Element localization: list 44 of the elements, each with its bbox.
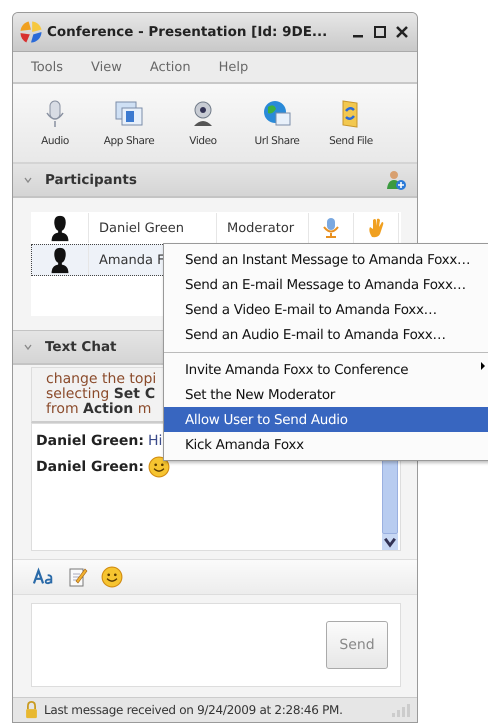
context-menu-item[interactable]: Send a Video E-mail to Amanda Foxx… — [164, 297, 488, 322]
smiley-icon — [148, 456, 170, 478]
menu-item[interactable]: Tools — [29, 58, 66, 76]
message-sender: Daniel Green: — [36, 433, 144, 449]
lock-icon — [25, 701, 38, 719]
microphone-icon — [321, 217, 341, 239]
maximize-icon[interactable] — [373, 25, 387, 39]
message-sender: Daniel Green: — [36, 459, 144, 475]
context-menu-item[interactable]: Set the New Moderator — [164, 382, 488, 407]
toolbar-button[interactable]: Video — [169, 90, 237, 156]
context-menu-item[interactable]: Send an Instant Message to Amanda Foxx… — [164, 247, 488, 272]
toolbar-button[interactable]: Url Share — [243, 90, 311, 156]
topic-text: from Action m — [46, 402, 152, 417]
status-text: Last message received on 9/24/2009 at 2:28:46 PM. — [44, 703, 344, 717]
section-title: Participants — [45, 172, 138, 188]
context-menu-item[interactable]: Invite Amanda Foxx to Conference — [164, 352, 488, 382]
context-menu-item[interactable]: Send an Audio E-mail to Amanda Foxx… — [164, 322, 488, 347]
section-title: Text Chat — [45, 339, 118, 355]
topic-text: change the topi — [46, 372, 156, 387]
window-title: Conference - Presentation [Id: 9DE... — [47, 24, 328, 40]
submenu-arrow-icon — [480, 361, 486, 371]
participant-name: Daniel Green — [99, 220, 184, 236]
menu-item[interactable]: Action — [148, 58, 193, 76]
add-person-icon[interactable] — [385, 169, 407, 191]
close-icon[interactable] — [395, 25, 409, 39]
context-menu-item[interactable]: Allow User to Send Audio — [164, 407, 488, 432]
toolbar-button[interactable]: Send File — [317, 90, 385, 156]
chevron-icon[interactable] — [23, 175, 33, 185]
message-text: Hi — [148, 433, 162, 449]
signal-icon — [391, 703, 411, 717]
toolbar-button[interactable]: App Share — [95, 90, 163, 156]
notepad-pencil-icon[interactable] — [67, 566, 89, 588]
avatar-icon — [49, 214, 71, 242]
menu-item[interactable]: View — [89, 58, 124, 76]
toolbar-button[interactable]: Audio — [21, 90, 89, 156]
context-menu-item[interactable]: Send an E-mail Message to Amanda Foxx… — [164, 272, 488, 297]
topic-text: selecting Set C — [46, 387, 156, 402]
avatar-icon — [49, 246, 71, 274]
menu-item[interactable]: Help — [216, 58, 250, 76]
participant-role: Moderator — [227, 220, 294, 236]
context-menu-item[interactable]: Kick Amanda Foxx — [164, 432, 488, 457]
smiley-icon[interactable] — [101, 566, 123, 588]
scroll-down-icon[interactable] — [382, 534, 398, 550]
chevron-icon[interactable] — [23, 342, 33, 352]
